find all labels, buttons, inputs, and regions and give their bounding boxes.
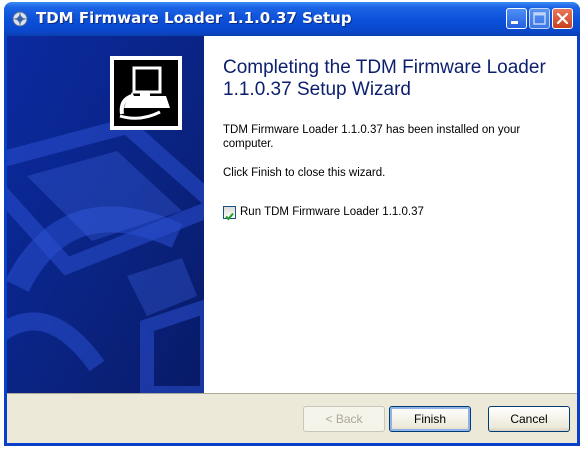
setup-logo — [110, 56, 182, 130]
cancel-button[interactable]: Cancel — [488, 406, 570, 432]
title-bar[interactable]: TDM Firmware Loader 1.1.0.37 Setup — [4, 2, 580, 36]
checkmark-icon — [225, 212, 234, 221]
close-icon — [556, 12, 569, 25]
run-program-checkbox[interactable] — [223, 206, 236, 221]
maximize-button[interactable] — [529, 8, 550, 29]
minimize-button[interactable] — [506, 8, 527, 29]
computer-install-icon — [114, 60, 178, 126]
back-button[interactable]: < Back — [303, 406, 385, 432]
finish-button[interactable]: Finish — [389, 406, 471, 432]
wizard-sidebar-banner — [7, 36, 204, 393]
installer-icon — [12, 11, 28, 27]
run-program-label[interactable]: Run TDM Firmware Loader 1.1.0.37 — [240, 205, 424, 220]
finish-instruction: Click Finish to close this wizard. — [223, 167, 386, 179]
wizard-button-bar: < Back Finish Cancel — [7, 393, 577, 443]
window-title: TDM Firmware Loader 1.1.0.37 Setup — [36, 9, 352, 27]
page-title: Completing the TDM Firmware Loader 1.1.0… — [223, 57, 546, 100]
setup-window: TDM Firmware Loader 1.1.0.37 Setup Compl… — [4, 2, 580, 446]
install-complete-message: TDM Firmware Loader 1.1.0.37 has been in… — [223, 124, 521, 150]
close-button[interactable] — [552, 8, 573, 29]
maximize-icon — [533, 12, 546, 25]
wizard-main-panel: Completing the TDM Firmware Loader 1.1.0… — [204, 36, 577, 393]
wizard-content: Completing the TDM Firmware Loader 1.1.0… — [7, 36, 577, 443]
minimize-icon — [511, 21, 518, 24]
